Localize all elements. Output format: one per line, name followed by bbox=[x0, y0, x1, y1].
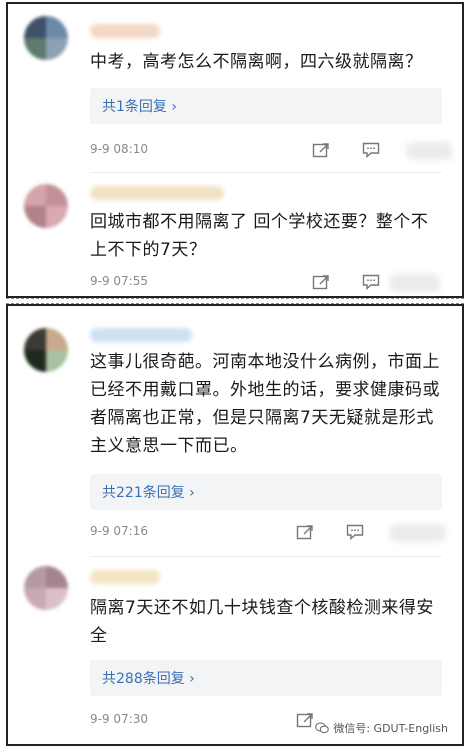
like-button[interactable] bbox=[390, 274, 440, 292]
comment-meta: 9-9 07:16 bbox=[90, 524, 446, 544]
username[interactable] bbox=[90, 186, 224, 200]
comment-meta: 9-9 07:55 bbox=[90, 274, 442, 294]
view-replies-button[interactable]: 共221条回复 › bbox=[90, 474, 442, 510]
avatar[interactable] bbox=[24, 566, 68, 610]
view-replies-label: 共221条回复 › bbox=[102, 485, 195, 501]
comment-panel-top: 中考，高考怎么不隔离啊，四六级就隔离？ 共1条回复 › 9-9 08:10 回城… bbox=[6, 2, 464, 298]
comment-time: 9-9 07:30 bbox=[90, 712, 148, 726]
username[interactable] bbox=[90, 570, 160, 584]
view-replies-label: 共288条回复 › bbox=[102, 671, 195, 687]
avatar[interactable] bbox=[24, 184, 68, 228]
comment-time: 9-9 07:55 bbox=[90, 274, 148, 288]
like-button[interactable] bbox=[390, 524, 446, 542]
comment-text: 隔离7天还不如几十块钱查个核酸检测来得安全 bbox=[90, 598, 434, 646]
share-icon[interactable] bbox=[296, 712, 314, 728]
view-replies-button[interactable]: 共1条回复 › bbox=[90, 88, 442, 124]
wechat-icon bbox=[315, 722, 330, 734]
username[interactable] bbox=[90, 24, 160, 38]
share-icon[interactable] bbox=[312, 274, 330, 290]
avatar[interactable] bbox=[24, 16, 68, 60]
comment-text: 中考，高考怎么不隔离啊，四六级就隔离？ bbox=[90, 52, 423, 72]
comment-meta: 9-9 08:10 bbox=[90, 142, 452, 162]
comment-panel-bottom: 这事儿很奇葩。河南本地没什么病例，市面上已经不用戴口罩。外地生的话，要求健康码或… bbox=[6, 304, 464, 746]
comment-text: 回城市都不用隔离了 回个学校还要？整个不上不下的7天？ bbox=[90, 212, 429, 260]
watermark-text: 微信号: GDUT-English bbox=[333, 722, 448, 735]
screenshot-frame: 中考，高考怎么不隔离啊，四六级就隔离？ 共1条回复 › 9-9 08:10 回城… bbox=[0, 0, 470, 748]
view-replies-button[interactable]: 共288条回复 › bbox=[90, 660, 442, 696]
view-replies-label: 共1条回复 › bbox=[102, 99, 177, 115]
comment-time: 9-9 08:10 bbox=[90, 142, 148, 156]
avatar[interactable] bbox=[24, 328, 68, 372]
share-icon[interactable] bbox=[296, 524, 314, 540]
like-button[interactable] bbox=[406, 142, 452, 160]
comment-icon[interactable] bbox=[362, 142, 380, 158]
share-icon[interactable] bbox=[312, 142, 330, 158]
divider bbox=[90, 172, 442, 173]
divider bbox=[90, 556, 442, 557]
comment-icon[interactable] bbox=[362, 274, 380, 290]
comment-time: 9-9 07:16 bbox=[90, 524, 148, 538]
comment-text: 这事儿很奇葩。河南本地没什么病例，市面上已经不用戴口罩。外地生的话，要求健康码或… bbox=[90, 352, 440, 456]
wechat-watermark: 微信号: GDUT-English bbox=[315, 720, 448, 736]
comment-icon[interactable] bbox=[346, 524, 364, 540]
username[interactable] bbox=[90, 328, 192, 342]
